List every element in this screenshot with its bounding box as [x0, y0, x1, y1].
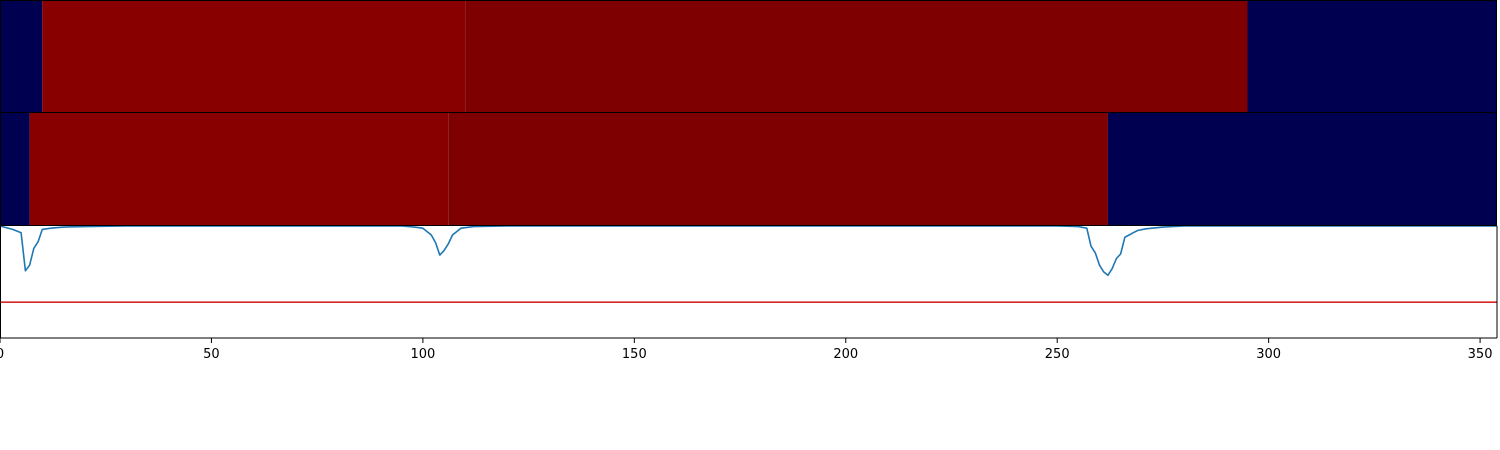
x-tick-label: 50 — [203, 347, 220, 362]
heatmap-segment-0 — [0, 1, 43, 112]
heatmap-segment-0 — [0, 113, 30, 225]
x-tick-label: 200 — [833, 347, 858, 362]
x-tick-label: 300 — [1256, 347, 1281, 362]
x-tick-label: 250 — [1045, 347, 1070, 362]
heatmap-segment-3 — [1107, 113, 1497, 225]
x-tick-label: 350 — [1468, 347, 1493, 362]
x-tick-label: 0 — [0, 347, 4, 362]
heatmap-segment-1 — [29, 113, 449, 225]
heatmap-segment-1 — [42, 1, 466, 112]
heatmap-segment-2 — [465, 1, 1248, 112]
x-tick-label: 150 — [622, 347, 647, 362]
heatmap-segment-2 — [448, 113, 1108, 225]
heatmap-panel-middle — [0, 112, 1497, 226]
x-tick-label: 100 — [410, 347, 435, 362]
figure: 0 50 100 150 200 250 300 350 — [0, 0, 1500, 450]
heatmap-panel-top — [0, 0, 1497, 113]
heatmap-segment-3 — [1247, 1, 1497, 112]
